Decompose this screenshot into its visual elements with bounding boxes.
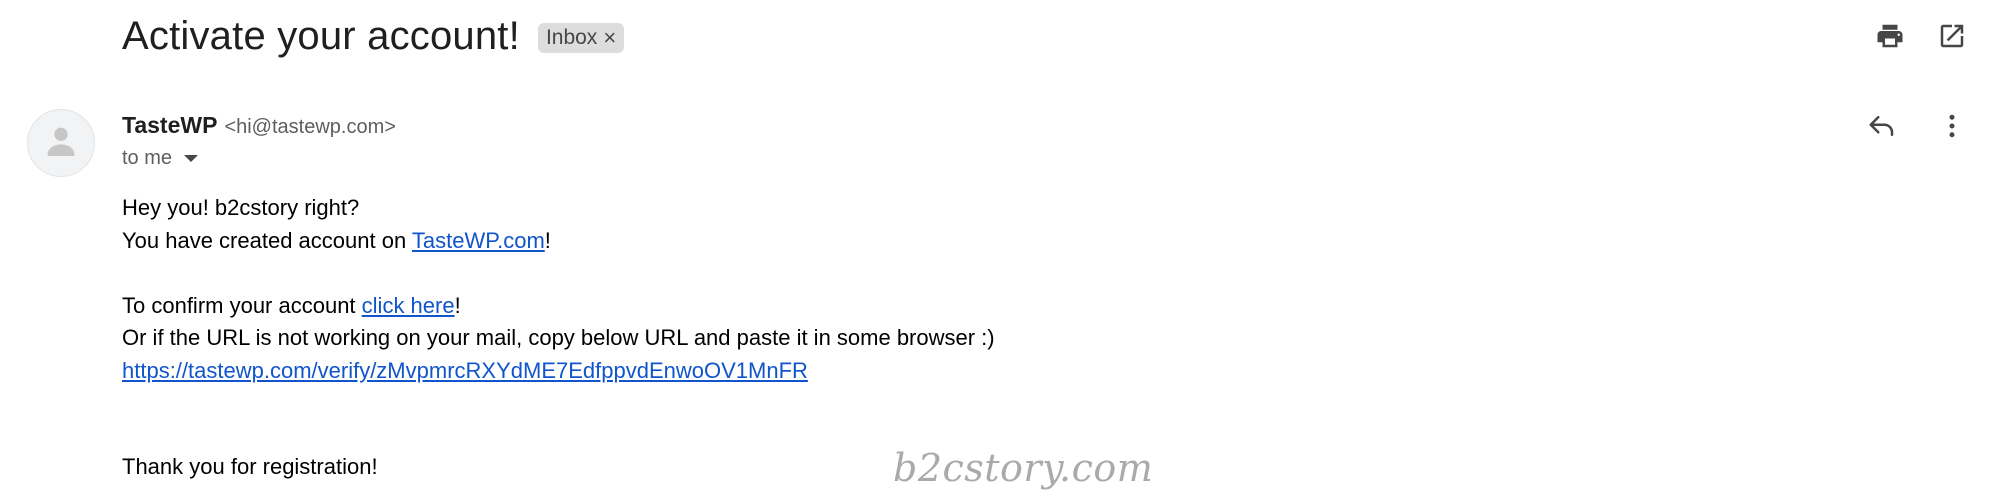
sender-row: TasteWP <hi@tastewp.com>: [122, 112, 396, 139]
remove-label-button[interactable]: ×: [603, 27, 616, 49]
open-in-new-window-icon: [1937, 21, 1967, 51]
confirm-line: To confirm your account click here!: [122, 290, 995, 323]
default-person-icon: [41, 121, 81, 166]
verify-url-line: https://tastewp.com/verify/zMvpmrcRXYdME…: [122, 355, 995, 388]
show-details-button[interactable]: [182, 147, 200, 170]
confirm-prefix: To confirm your account: [122, 292, 362, 318]
open-in-new-window-button[interactable]: [1932, 16, 1972, 56]
created-suffix: !: [544, 227, 551, 253]
label-chip-text: Inbox: [545, 26, 598, 49]
sender-name[interactable]: TasteWP: [122, 112, 217, 139]
more-vertical-icon: [1937, 111, 1967, 141]
sender-avatar[interactable]: [27, 109, 95, 177]
watermark-text: b2cstory.com: [893, 446, 1154, 490]
greeting-line: Hey you! b2cstory right?: [122, 195, 360, 220]
created-prefix: You have created account on: [122, 227, 412, 253]
verify-url-link[interactable]: https://tastewp.com/verify/zMvpmrcRXYdME…: [122, 358, 808, 383]
tastewp-link[interactable]: TasteWP.com: [412, 228, 545, 253]
print-icon: [1874, 21, 1906, 51]
closing-line: Thank you for registration!: [122, 454, 378, 479]
sender-email: <hi@tastewp.com>: [224, 116, 396, 138]
subject-row: Activate your account! Inbox ×: [122, 10, 625, 62]
reply-icon: [1867, 111, 1897, 141]
created-account-line: You have created account on TasteWP.com!: [122, 225, 995, 258]
reply-button[interactable]: [1862, 106, 1902, 146]
click-here-link[interactable]: click here: [362, 293, 455, 318]
fallback-line: Or if the URL is not working on your mai…: [122, 325, 995, 350]
confirm-suffix: !: [454, 292, 461, 318]
email-subject: Activate your account!: [122, 13, 520, 58]
recipient-row: to me: [122, 147, 200, 170]
recipient-text: to me: [122, 147, 173, 169]
inbox-label-chip[interactable]: Inbox ×: [537, 23, 625, 53]
more-options-button[interactable]: [1932, 106, 1972, 146]
print-button[interactable]: [1870, 16, 1910, 56]
message-body: Hey you! b2cstory right? You have create…: [122, 192, 995, 484]
caret-down-icon: [182, 147, 200, 170]
